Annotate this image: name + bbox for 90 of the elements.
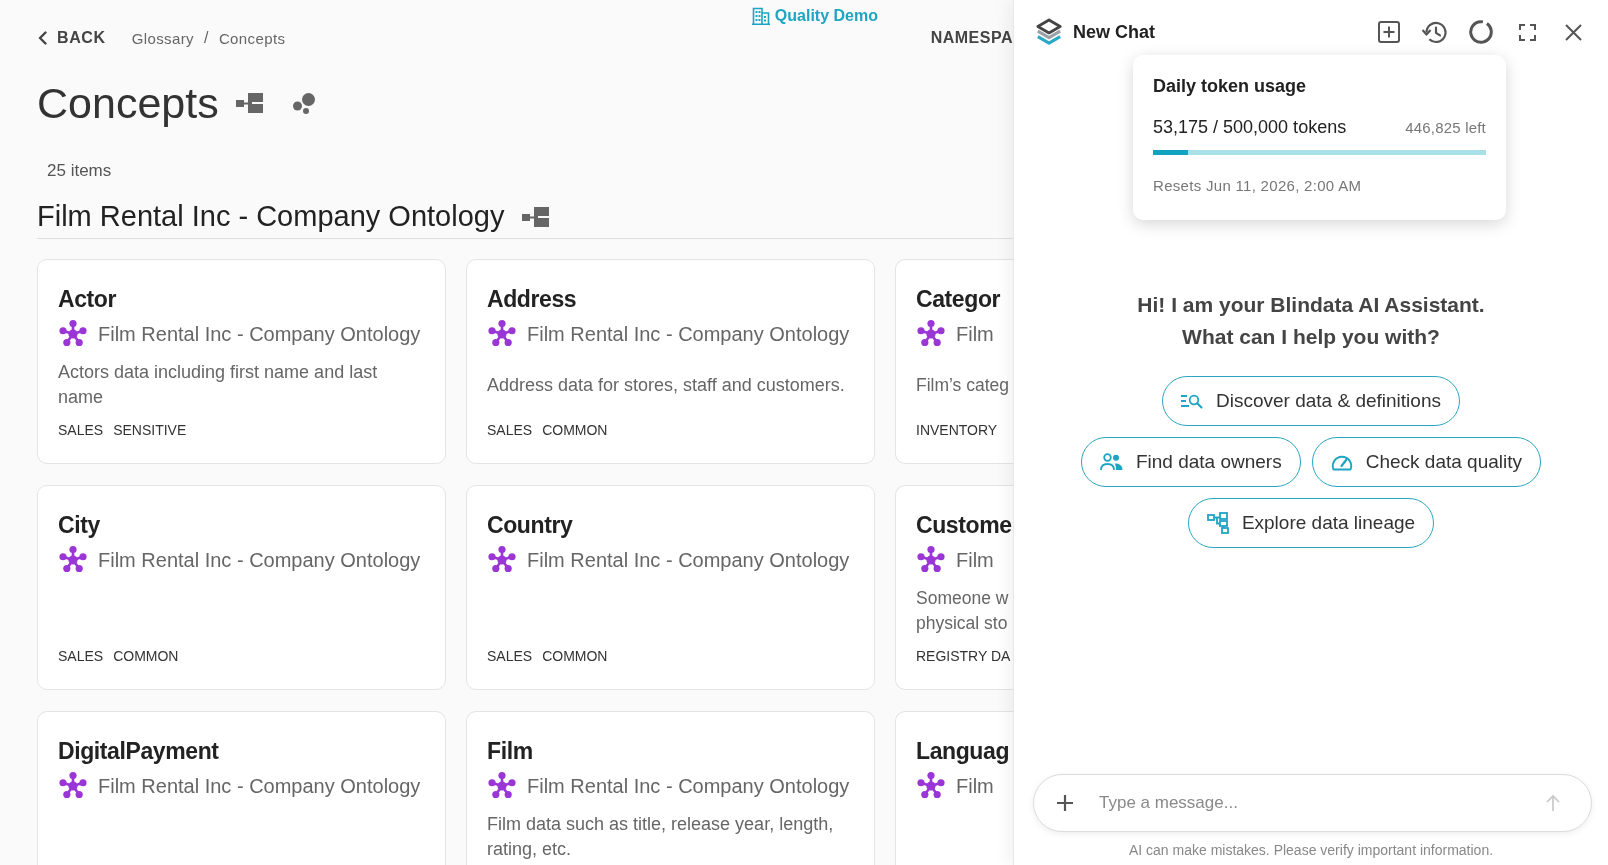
- tag-text: SENSITIVE: [113, 421, 187, 440]
- ontology-name: Film Rental Inc - Company Ontology: [98, 322, 421, 346]
- ontology-name: Film Rental Inc - Company Ontology: [98, 774, 421, 798]
- card-title: Address: [487, 285, 577, 314]
- concept-card[interactable]: City Film Rental Inc - Company Ontology SALES COMMON: [37, 485, 446, 690]
- breadcrumb-separator: /: [204, 29, 209, 47]
- hub-icon: [58, 545, 88, 575]
- concept-card[interactable]: Address Film Rental Inc - Company Ontology Address data for stores, staff and customers. SALES COMMON: [466, 259, 875, 464]
- hub-icon: [487, 771, 517, 801]
- hierarchy-icon[interactable]: [522, 205, 550, 228]
- tag-text: COMMON: [113, 647, 179, 666]
- hierarchy-icon[interactable]: [235, 92, 263, 114]
- concept-card[interactable]: Actor Film Rental Inc - Company Ontology Actors data including first name and last name SALES SENSITIVE: [37, 259, 446, 464]
- concept-card[interactable]: DigitalPayment Film Rental Inc - Company Ontology: [37, 711, 446, 865]
- layers-logo-icon: [1036, 18, 1062, 46]
- ring-icon: [1469, 20, 1493, 44]
- message-box[interactable]: Type a message...: [1033, 774, 1592, 832]
- suggestion-button[interactable]: Explore data lineage: [1187, 498, 1435, 548]
- chat-title: New Chat: [1073, 21, 1155, 43]
- concept-card[interactable]: Film Film Rental Inc - Company Ontology Film data such as title, release year, length, rating, etc.: [466, 711, 875, 865]
- tag-text: REGISTRY DA: [916, 647, 1011, 666]
- chevron-left-icon: [38, 31, 47, 45]
- gauge-icon: [1330, 453, 1353, 471]
- hub-icon: [916, 771, 946, 801]
- namespace-button[interactable]: NAMESPA: [930, 29, 1013, 47]
- hub-icon: [487, 319, 517, 349]
- tag-text: SALES: [487, 421, 533, 440]
- close-icon: [1564, 23, 1582, 41]
- concept-card[interactable]: Languag Film: [895, 711, 1013, 865]
- hub-icon: [916, 319, 946, 349]
- card-title: Languag: [916, 737, 1010, 766]
- card-title: Film: [487, 737, 533, 766]
- card-description: Film data such as title, release year, length, rating, etc.: [487, 813, 835, 861]
- back-button[interactable]: BACK: [38, 29, 106, 47]
- popover-title: Daily token usage: [1153, 75, 1308, 98]
- group-title: Film Rental Inc - Company Ontology: [37, 200, 505, 233]
- list-search-icon: [1181, 393, 1203, 409]
- card-description: Film’s categ: [916, 373, 1010, 397]
- plus-icon: [1056, 794, 1074, 812]
- disclaimer-text: AI can make mistakes. Please verify important information.: [1128, 841, 1494, 860]
- item-count: 25 items: [46, 160, 112, 182]
- ontology-name: Film: [956, 322, 994, 346]
- tokens-left-text: 446,825 left: [1405, 119, 1486, 136]
- breadcrumb-current: Concepts: [218, 29, 286, 47]
- history-icon: [1422, 20, 1448, 44]
- tag-text: COMMON: [542, 647, 608, 666]
- card-description: Someone w physical sto: [916, 587, 1009, 635]
- reset-time-text: Resets Jun 11, 2026, 2:00 AM: [1153, 176, 1363, 196]
- card-title: Custome: [916, 511, 1012, 540]
- arrow-up-icon: [1545, 794, 1561, 812]
- concept-card[interactable]: Custome Film Someone w physical sto REGISTRY DA: [895, 485, 1013, 690]
- tag-text: SALES: [487, 647, 533, 666]
- greeting-text: Hi! I am your Blindata AI Assistant. What can I help you with?: [1137, 292, 1485, 350]
- ontology-name: Film: [956, 774, 994, 798]
- tag-text: SALES: [58, 421, 104, 440]
- ontology-name: Film: [956, 548, 994, 572]
- card-title: Categor: [916, 285, 1001, 314]
- bubbles-icon[interactable]: [292, 92, 315, 114]
- plus-square-icon: [1378, 21, 1400, 43]
- ontology-name: Film Rental Inc - Company Ontology: [527, 774, 850, 798]
- concept-card[interactable]: Categor Film Film’s categ INVENTORY: [895, 259, 1013, 464]
- message-input[interactable]: Type a message...: [1099, 790, 1529, 816]
- suggestion-button[interactable]: Check data quality: [1311, 437, 1542, 487]
- card-description: Actors data including first name and last name: [58, 361, 379, 409]
- page-title: Concepts: [37, 78, 219, 128]
- tag-text: SALES: [58, 647, 104, 666]
- card-title: City: [58, 511, 100, 540]
- suggestion-button[interactable]: Discover data & definitions: [1162, 376, 1460, 426]
- hub-icon: [58, 771, 88, 801]
- attach-button[interactable]: [1056, 794, 1074, 812]
- breadcrumb-link[interactable]: Glossary: [131, 29, 194, 47]
- tag-text: COMMON: [542, 421, 608, 440]
- hub-icon: [487, 545, 517, 575]
- card-title: Country: [487, 511, 573, 540]
- concept-card[interactable]: Country Film Rental Inc - Company Ontology SALES COMMON: [466, 485, 875, 690]
- building-icon: [751, 7, 770, 25]
- token-usage-text: 53,175 / 500,000 tokens: [1153, 117, 1347, 138]
- hub-icon: [58, 319, 88, 349]
- fullscreen-icon: [1518, 23, 1536, 41]
- ontology-name: Film Rental Inc - Company Ontology: [527, 548, 850, 572]
- card-title: Actor: [58, 285, 117, 314]
- card-description: Address data for stores, staff and customers.: [487, 373, 845, 397]
- ontology-name: Film Rental Inc - Company Ontology: [98, 548, 421, 572]
- hub-icon: [916, 545, 946, 575]
- people-icon: [1099, 453, 1123, 471]
- card-title: DigitalPayment: [58, 737, 219, 766]
- ontology-name: Film Rental Inc - Company Ontology: [527, 322, 850, 346]
- tag-text: INVENTORY: [916, 421, 998, 440]
- suggestion-button[interactable]: Find data owners: [1080, 437, 1301, 487]
- flowchart-icon: [1206, 512, 1229, 534]
